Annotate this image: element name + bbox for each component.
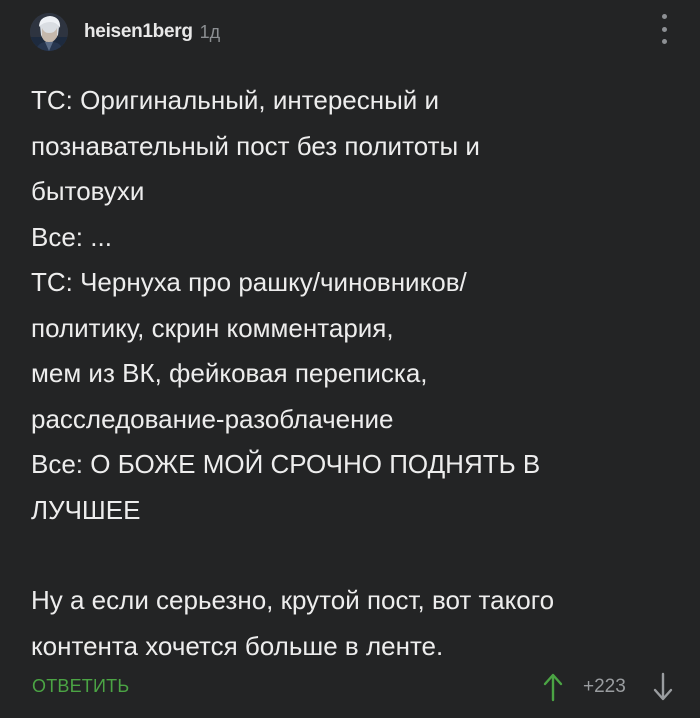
avatar[interactable] — [30, 13, 68, 51]
more-vertical-icon-dot — [661, 26, 667, 32]
comment-body: ТС: Оригинальный, интересный и познавате… — [31, 78, 671, 669]
downvote-button[interactable] — [651, 672, 675, 702]
comment-line: Ну а если серьезно, крутой пост, вот так… — [31, 585, 555, 615]
more-vertical-icon-dot — [661, 39, 667, 44]
rating-value: +223 — [583, 676, 626, 697]
comment-line: бытовухи — [31, 176, 145, 206]
comment-line: расследование-разоблачение — [31, 403, 394, 434]
comment-line: Все: О БОЖЕ МОЙ СРОЧНО ПОДНЯТЬ В — [31, 449, 541, 479]
arrow-up-icon — [543, 673, 563, 702]
comment-line: ТС: Оригинальный, интересный и — [31, 85, 440, 115]
avatar-image — [30, 13, 68, 51]
author-name[interactable]: heisen1berg — [84, 21, 193, 43]
upvote-button[interactable] — [541, 672, 565, 702]
reply-button[interactable]: ОТВЕТИТЬ — [32, 676, 129, 697]
comment-line: контента хочется больше в ленте. — [31, 630, 444, 661]
comment-footer: ОТВЕТИТЬ +223 — [0, 668, 700, 708]
arrow-down-icon — [653, 672, 673, 701]
more-options-button[interactable] — [656, 14, 672, 44]
more-vertical-icon — [661, 14, 667, 19]
comment-time: 1д — [199, 21, 221, 42]
comment-line: ТС: Чернуха про рашку/чиновников/ — [31, 267, 467, 297]
comment-line: мем из ВК, фейковая переписка, — [31, 358, 428, 388]
comment-line: политику, скрин комментария, — [31, 312, 394, 343]
comment-line: познавательный пост без политоты и — [31, 130, 480, 161]
comment-line: ЛУЧШЕЕ — [31, 494, 141, 525]
comment-header: heisen1berg 1д — [30, 10, 220, 54]
comment-line: Все: ... — [31, 221, 112, 252]
comment: heisen1berg 1д ТС: Оригинальный, интерес… — [0, 0, 700, 718]
